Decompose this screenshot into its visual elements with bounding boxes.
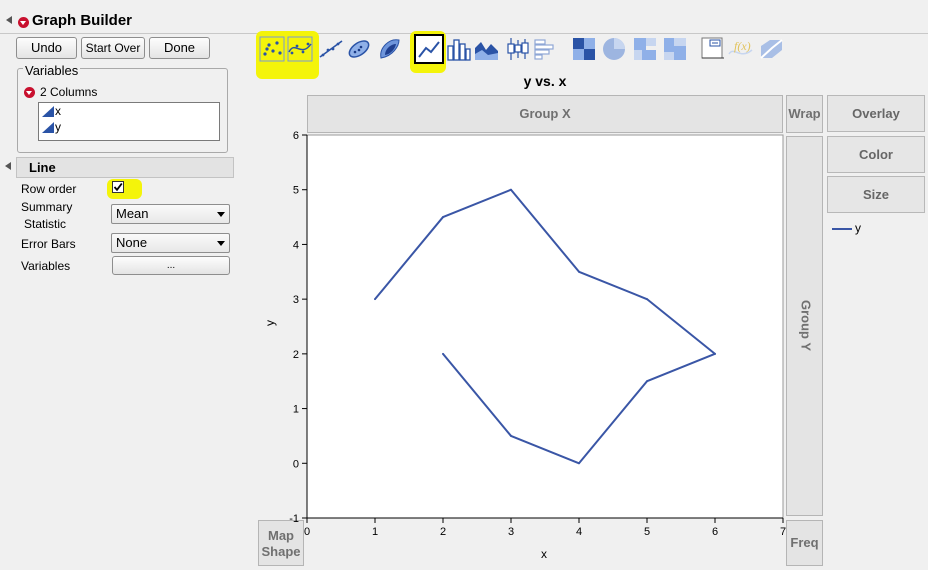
data-point — [646, 298, 648, 301]
x-axis-label: x — [541, 547, 547, 561]
continuous-column-icon — [42, 106, 54, 117]
y-tick-label: 2 — [293, 349, 299, 361]
wrap-zone[interactable]: Wrap — [786, 95, 823, 133]
bar-icon[interactable] — [446, 36, 472, 62]
collapse-triangle-icon[interactable] — [6, 16, 12, 24]
caption-box-icon[interactable] — [700, 36, 726, 62]
treemap-icon[interactable] — [632, 36, 658, 62]
undo-button[interactable]: Undo — [16, 37, 77, 59]
y-tick-label: 6 — [293, 130, 299, 142]
plot-area — [306, 134, 784, 519]
graph-builder-menu-icon[interactable] — [18, 17, 29, 29]
line-of-fit-icon[interactable] — [318, 36, 344, 62]
heatmap-icon[interactable] — [571, 36, 597, 62]
group-x-zone[interactable]: Group X — [307, 95, 783, 133]
variables-panel-title: Variables — [23, 63, 81, 78]
map-shape-zone[interactable]: Map Shape — [258, 520, 304, 566]
title-bar: Graph Builder — [0, 9, 928, 34]
x-tick-label: 3 — [508, 526, 514, 538]
data-point — [374, 298, 376, 301]
legend: y — [829, 220, 919, 236]
data-point — [578, 462, 580, 465]
row-order-label: Row order — [21, 182, 77, 196]
graph-title: y vs. x — [523, 73, 567, 89]
map-shape-label-line1: Map — [268, 528, 294, 543]
group-y-label: Group Y — [798, 299, 814, 352]
legend-line-swatch — [832, 228, 852, 230]
x-tick-label: 6 — [712, 526, 718, 538]
chevron-down-icon — [217, 212, 225, 217]
summary-statistic-label-line1: Summary — [21, 200, 73, 214]
series-line-y — [374, 188, 716, 465]
group-y-zone[interactable]: Group Y — [786, 136, 823, 516]
area-icon[interactable] — [474, 36, 500, 62]
x-tick-label: 5 — [644, 526, 650, 538]
line-section-collapse-icon[interactable] — [5, 162, 11, 170]
data-point — [578, 270, 580, 273]
points-icon[interactable] — [259, 36, 285, 62]
data-point — [510, 434, 512, 437]
box-plot-icon[interactable] — [505, 36, 531, 62]
color-zone[interactable]: Color — [827, 136, 925, 173]
x-tick-label: 1 — [372, 526, 378, 538]
x-tick-label: 0 — [304, 526, 310, 538]
y-tick-label: 1 — [293, 404, 299, 416]
checkmark-icon — [113, 182, 123, 192]
summary-statistic-label-line2: Statistic — [24, 217, 67, 231]
column-item-y[interactable]: y — [39, 119, 219, 135]
svg-text:f(x): f(x) — [734, 39, 751, 53]
row-order-checkbox[interactable] — [112, 181, 124, 193]
y-tick-label: 0 — [293, 458, 299, 470]
columns-list[interactable]: x y — [38, 102, 220, 141]
data-point — [442, 352, 444, 355]
error-bars-select[interactable]: None — [111, 233, 230, 253]
map-shapes-icon[interactable] — [758, 36, 784, 62]
formula-icon[interactable]: f(x) — [728, 36, 754, 62]
window-title: Graph Builder — [32, 12, 133, 29]
columns-menu-icon[interactable] — [24, 87, 35, 99]
start-over-button[interactable]: Start Over — [81, 37, 145, 59]
variables-panel: Variables 2 Columns x y — [17, 63, 228, 153]
error-bars-label: Error Bars — [21, 237, 76, 251]
y-tick-label: 4 — [293, 239, 299, 251]
line-section-title: Line — [29, 160, 56, 175]
line-section-header[interactable]: Line — [16, 157, 234, 178]
size-zone[interactable]: Size — [827, 176, 925, 213]
columns-count-label: 2 Columns — [40, 85, 98, 99]
x-tick-label: 4 — [576, 526, 582, 538]
data-point — [442, 216, 444, 219]
y-tick-label: 5 — [293, 185, 299, 197]
ellipse-icon[interactable] — [346, 36, 372, 62]
data-point — [646, 380, 648, 383]
legend-label: y — [855, 221, 861, 235]
y-tick-label: 3 — [293, 294, 299, 306]
data-point — [510, 188, 512, 191]
variables-label: Variables — [21, 259, 71, 273]
mosaic-icon[interactable] — [662, 36, 688, 62]
freq-zone[interactable]: Freq — [786, 520, 823, 566]
data-point — [714, 352, 716, 355]
chevron-down-icon — [217, 241, 225, 246]
histogram-icon[interactable] — [533, 36, 559, 62]
y-axis-label: y — [263, 320, 277, 326]
line-icon[interactable] — [414, 34, 444, 64]
overlay-zone[interactable]: Overlay — [827, 95, 925, 132]
continuous-column-icon — [42, 122, 54, 133]
column-item-x[interactable]: x — [39, 103, 219, 119]
pie-icon[interactable] — [601, 36, 627, 62]
variables-button[interactable]: ... — [112, 256, 230, 275]
done-button[interactable]: Done — [149, 37, 210, 59]
summary-statistic-select[interactable]: Mean — [111, 204, 230, 224]
smoother-icon[interactable] — [287, 36, 313, 62]
x-tick-label: 2 — [440, 526, 446, 538]
map-shape-label-line2: Shape — [261, 544, 301, 559]
contour-icon[interactable] — [377, 36, 403, 62]
